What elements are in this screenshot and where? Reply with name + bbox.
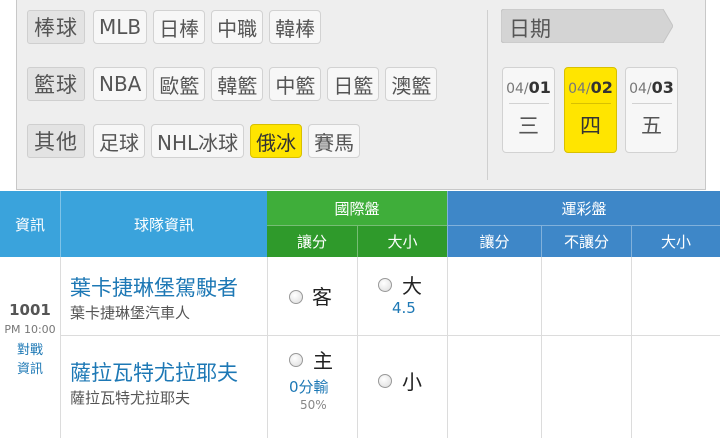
over-label: 大 bbox=[402, 274, 422, 298]
grid-line bbox=[631, 257, 632, 438]
under-label: 小 bbox=[402, 370, 422, 394]
home-team-subname: 薩拉瓦特尤拉耶夫 bbox=[70, 389, 191, 407]
chip-japan-basketball[interactable]: 日籃 bbox=[327, 67, 380, 101]
home-spread-percent: 50% bbox=[300, 398, 327, 412]
date-month: 04/ bbox=[629, 81, 652, 97]
grid-line bbox=[267, 257, 268, 438]
chip-australia-basketball[interactable]: 澳籃 bbox=[385, 67, 438, 101]
grid-line bbox=[357, 257, 358, 438]
grid-line bbox=[541, 257, 542, 438]
baseball-row: 棒球 MLB 日棒 中職 韓棒 bbox=[27, 10, 327, 44]
chip-soccer[interactable]: 足球 bbox=[93, 124, 145, 158]
game-number: 1001 bbox=[9, 301, 51, 319]
home-team-name[interactable]: 薩拉瓦特尤拉耶夫 bbox=[70, 357, 238, 387]
chip-korea-basketball[interactable]: 韓籃 bbox=[211, 67, 264, 101]
chip-euro-basketball[interactable]: 歐籃 bbox=[153, 67, 206, 101]
chip-npb[interactable]: 日棒 bbox=[153, 10, 206, 44]
date-separator bbox=[631, 103, 672, 104]
date-day: 03 bbox=[651, 78, 674, 97]
matchup-link-line1: 對戰 bbox=[16, 343, 43, 358]
sport-filter-panel: 棒球 MLB 日棒 中職 韓棒 籃球 NBA 歐籃 韓籃 中籃 日籃 澳籃 其他… bbox=[16, 0, 706, 190]
odds-table: 資訊 球隊資訊 國際盤 讓分 大小 運彩盤 讓分 不讓分 大小 1001 PM … bbox=[0, 191, 720, 438]
header-international: 國際盤 bbox=[267, 191, 447, 225]
away-spread-radio[interactable] bbox=[289, 290, 303, 304]
home-spread-line: 0分輸 bbox=[289, 378, 329, 396]
away-spread-label: 客 bbox=[312, 285, 332, 309]
date-item-0402[interactable]: 04/02 四 bbox=[564, 67, 617, 153]
category-other[interactable]: 其他 bbox=[27, 124, 85, 158]
chip-china-basketball[interactable]: 中籃 bbox=[269, 67, 322, 101]
date-weekday: 四 bbox=[580, 114, 601, 138]
grid-line bbox=[447, 257, 448, 438]
over-radio[interactable] bbox=[378, 278, 392, 292]
date-header-label: 日期 bbox=[509, 17, 551, 41]
away-team-subname: 葉卡捷琳堡汽車人 bbox=[70, 304, 191, 322]
date-day: 02 bbox=[590, 78, 613, 97]
home-spread-label: 主 bbox=[313, 349, 333, 373]
chip-nba[interactable]: NBA bbox=[93, 67, 148, 101]
chip-nhl[interactable]: NHL冰球 bbox=[151, 124, 245, 158]
total-line: 4.5 bbox=[392, 299, 416, 317]
header-lottery: 運彩盤 bbox=[447, 191, 720, 225]
date-item-0401[interactable]: 04/01 三 bbox=[502, 67, 555, 153]
date-month: 04/ bbox=[568, 81, 591, 97]
date-weekday: 三 bbox=[518, 114, 539, 138]
header-lottery-spread: 讓分 bbox=[447, 225, 541, 257]
home-spread-radio[interactable] bbox=[289, 353, 303, 367]
category-baseball[interactable]: 棒球 bbox=[27, 10, 85, 44]
chip-kbo[interactable]: 韓棒 bbox=[269, 10, 322, 44]
other-row: 其他 足球 NHL冰球 俄冰 賽馬 bbox=[27, 124, 366, 158]
chip-mlb[interactable]: MLB bbox=[93, 10, 148, 44]
date-month: 04/ bbox=[506, 81, 529, 97]
date-item-0403[interactable]: 04/03 五 bbox=[625, 67, 678, 153]
game-time: PM 10:00 bbox=[4, 323, 56, 336]
row-divider bbox=[60, 335, 720, 336]
matchup-info-link[interactable]: 對戰 資訊 bbox=[0, 341, 60, 379]
date-header: 日期 bbox=[501, 9, 673, 43]
chip-russia-hockey[interactable]: 俄冰 bbox=[250, 124, 303, 158]
matchup-link-line2: 資訊 bbox=[16, 362, 43, 377]
away-team-name[interactable]: 葉卡捷琳堡駕駛者 bbox=[70, 272, 238, 302]
panel-divider bbox=[487, 10, 488, 180]
date-weekday: 五 bbox=[641, 114, 662, 138]
category-basketball[interactable]: 籃球 bbox=[27, 67, 85, 101]
date-separator bbox=[508, 103, 549, 104]
date-day: 01 bbox=[528, 78, 551, 97]
basketball-row: 籃球 NBA 歐籃 韓籃 中籃 日籃 澳籃 bbox=[27, 67, 443, 101]
chip-cpbl[interactable]: 中職 bbox=[211, 10, 264, 44]
under-radio[interactable] bbox=[378, 374, 392, 388]
header-intl-spread: 讓分 bbox=[267, 225, 357, 257]
header-lottery-nospread: 不讓分 bbox=[541, 225, 631, 257]
header-team: 球隊資訊 bbox=[60, 191, 267, 257]
header-lottery-total: 大小 bbox=[631, 225, 720, 257]
grid-line bbox=[60, 257, 61, 438]
date-separator bbox=[570, 103, 611, 104]
header-info: 資訊 bbox=[0, 191, 60, 257]
header-intl-total: 大小 bbox=[357, 225, 447, 257]
chip-horse-racing[interactable]: 賽馬 bbox=[308, 124, 361, 158]
